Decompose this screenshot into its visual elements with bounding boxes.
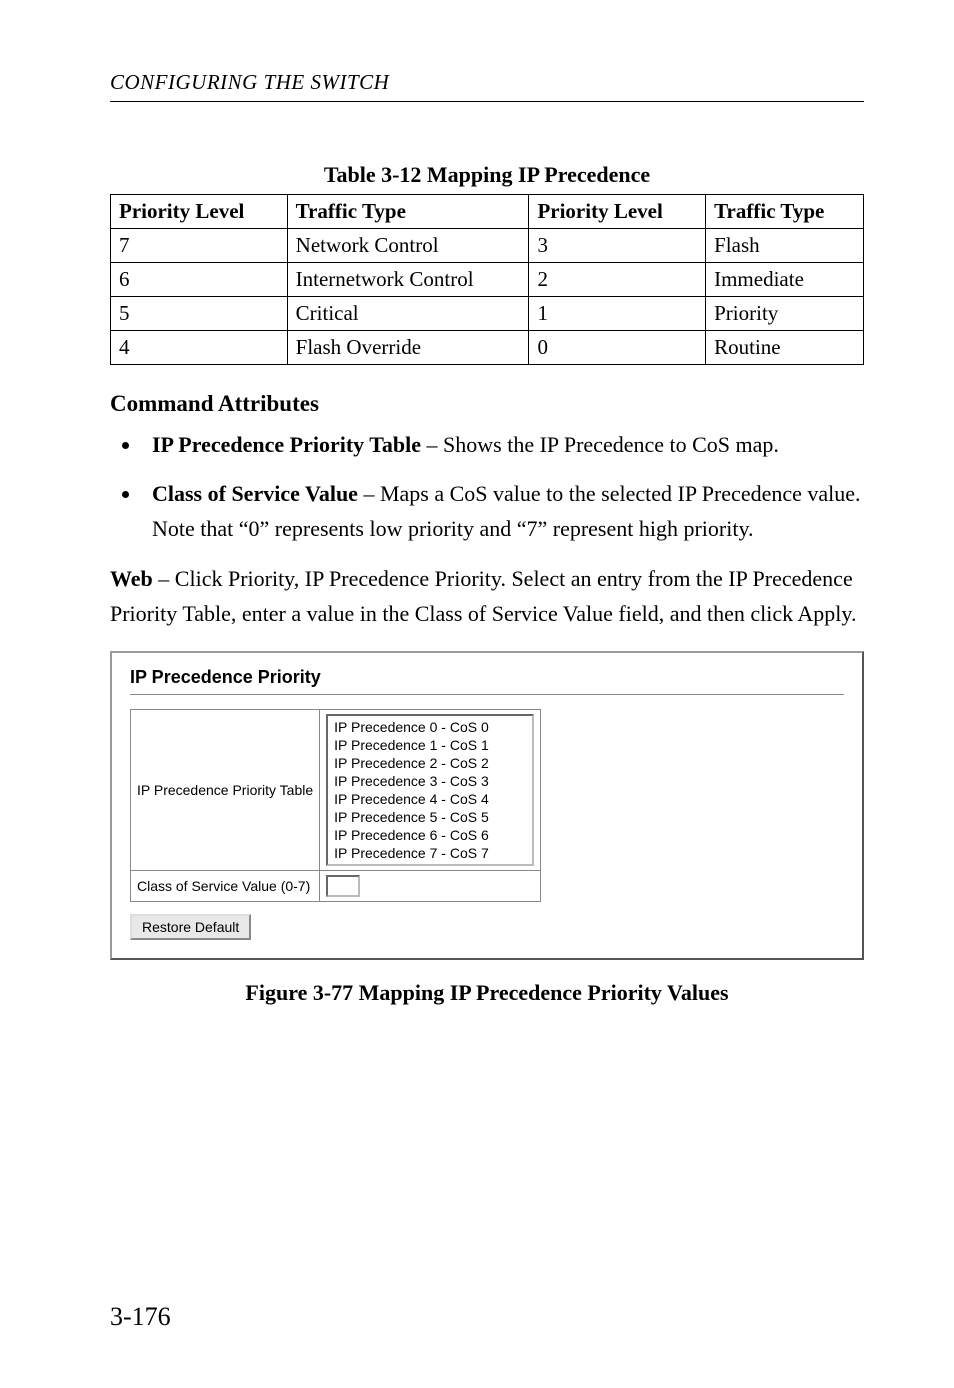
list-item: IP Precedence Priority Table – Shows the… — [142, 427, 864, 462]
ui-form-field-cell: IP Precedence 0 - CoS 0 IP Precedence 1 … — [320, 709, 541, 870]
web-lead: Web — [110, 566, 153, 591]
header-rule — [110, 101, 864, 102]
ui-panel-title: IP Precedence Priority — [130, 667, 844, 688]
table-cell: 6 — [111, 263, 288, 297]
web-paragraph: Web – Click Priority, IP Precedence Prio… — [110, 561, 864, 631]
table-cell: Critical — [287, 297, 529, 331]
restore-default-button[interactable]: Restore Default — [130, 914, 251, 940]
table-header-cell: Priority Level — [529, 195, 706, 229]
listbox-item[interactable]: IP Precedence 4 - CoS 4 — [330, 790, 530, 808]
table-cell: Priority — [706, 297, 864, 331]
table-cell: Routine — [706, 331, 864, 365]
table-cell: 4 — [111, 331, 288, 365]
table-header-cell: Priority Level — [111, 195, 288, 229]
listbox-item[interactable]: IP Precedence 5 - CoS 5 — [330, 808, 530, 826]
listbox-item[interactable]: IP Precedence 6 - CoS 6 — [330, 826, 530, 844]
table-cell: Flash Override — [287, 331, 529, 365]
table-cell: Internetwork Control — [287, 263, 529, 297]
attribute-list: IP Precedence Priority Table – Shows the… — [110, 427, 864, 547]
precedence-table: Priority Level Traffic Type Priority Lev… — [110, 194, 864, 365]
listbox-item[interactable]: IP Precedence 7 - CoS 7 — [330, 844, 530, 862]
ui-form-field-cell — [320, 870, 541, 901]
table-row: 7 Network Control 3 Flash — [111, 229, 864, 263]
figure-caption: Figure 3-77 Mapping IP Precedence Priori… — [110, 980, 864, 1006]
list-item-text: – Shows the IP Precedence to CoS map. — [421, 432, 779, 457]
ui-form-row: Class of Service Value (0-7) — [131, 870, 541, 901]
listbox-item[interactable]: IP Precedence 3 - CoS 3 — [330, 772, 530, 790]
table-cell: 3 — [529, 229, 706, 263]
table-header-row: Priority Level Traffic Type Priority Lev… — [111, 195, 864, 229]
table-header-cell: Traffic Type — [706, 195, 864, 229]
table-cell: 5 — [111, 297, 288, 331]
table-row: 5 Critical 1 Priority — [111, 297, 864, 331]
ui-form-row: IP Precedence Priority Table IP Preceden… — [131, 709, 541, 870]
table-cell: Immediate — [706, 263, 864, 297]
table-cell: 0 — [529, 331, 706, 365]
table-cell: Network Control — [287, 229, 529, 263]
table-row: 6 Internetwork Control 2 Immediate — [111, 263, 864, 297]
ui-form-label: Class of Service Value (0-7) — [131, 870, 320, 901]
table-cell: 7 — [111, 229, 288, 263]
listbox-item[interactable]: IP Precedence 0 - CoS 0 — [330, 718, 530, 736]
list-item-bold: Class of Service Value — [152, 481, 358, 506]
list-item-bold: IP Precedence Priority Table — [152, 432, 421, 457]
table-row: 4 Flash Override 0 Routine — [111, 331, 864, 365]
page-number: 3-176 — [110, 1302, 171, 1332]
precedence-listbox[interactable]: IP Precedence 0 - CoS 0 IP Precedence 1 … — [326, 714, 534, 866]
ui-screenshot-box: IP Precedence Priority IP Precedence Pri… — [110, 651, 864, 960]
table-cell: 2 — [529, 263, 706, 297]
cos-value-input[interactable] — [326, 875, 360, 897]
web-rest: – Click Priority, IP Precedence Priority… — [110, 566, 856, 626]
table-caption: Table 3-12 Mapping IP Precedence — [110, 162, 864, 188]
listbox-item[interactable]: IP Precedence 2 - CoS 2 — [330, 754, 530, 772]
ui-form-table: IP Precedence Priority Table IP Preceden… — [130, 709, 541, 902]
ui-form-label: IP Precedence Priority Table — [131, 709, 320, 870]
table-cell: 1 — [529, 297, 706, 331]
ui-divider — [130, 694, 844, 695]
list-item: Class of Service Value – Maps a CoS valu… — [142, 476, 864, 546]
table-header-cell: Traffic Type — [287, 195, 529, 229]
table-cell: Flash — [706, 229, 864, 263]
section-heading: Command Attributes — [110, 391, 864, 417]
running-header: CONFIGURING THE SWITCH — [110, 70, 864, 95]
listbox-item[interactable]: IP Precedence 1 - CoS 1 — [330, 736, 530, 754]
